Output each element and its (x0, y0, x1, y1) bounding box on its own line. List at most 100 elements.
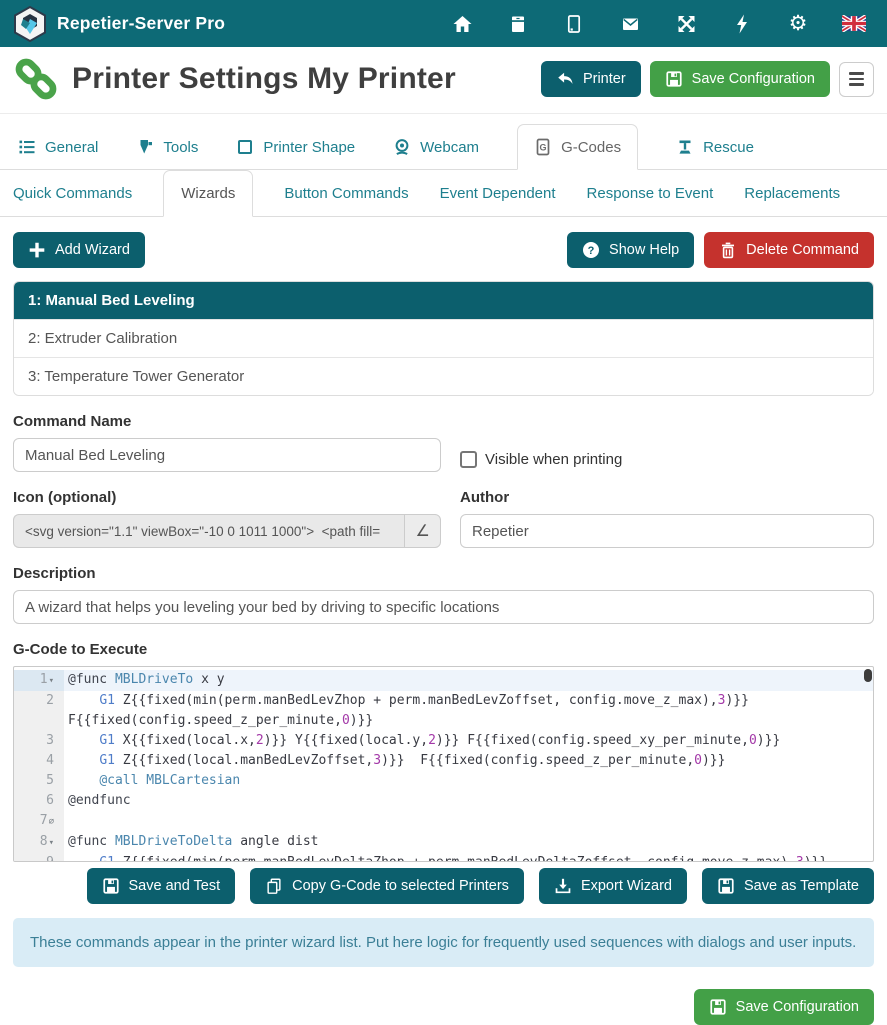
show-help-label: Show Help (609, 242, 679, 258)
tablet-icon[interactable] (562, 13, 586, 35)
trash-icon (719, 241, 737, 259)
list-item-extruder-calibration[interactable]: 2: Extruder Calibration (14, 319, 873, 357)
subtab-wizards[interactable]: Wizards (163, 170, 253, 217)
export-wizard-button[interactable]: Export Wizard (539, 868, 687, 904)
svg-text:?: ? (588, 245, 595, 257)
list-icon (18, 138, 36, 156)
tab-printer-shape[interactable]: Printer Shape (236, 125, 355, 169)
editor-line-6[interactable]: 6@endfunc (14, 791, 873, 811)
chain-link-icon (13, 56, 59, 102)
printer-button[interactable]: Printer (541, 61, 641, 97)
save-icon (102, 877, 120, 895)
command-name-input[interactable] (13, 438, 441, 472)
gcode-subtabs: Quick Commands Wizards Button Commands E… (0, 170, 887, 217)
author-input[interactable] (460, 514, 874, 548)
page-title: Printer Settings My Printer (72, 62, 456, 96)
save-configuration-label: Save Configuration (692, 71, 815, 87)
edit-icon-button[interactable]: ∠ (404, 514, 441, 548)
subtab-response-to-event[interactable]: Response to Event (587, 171, 714, 216)
author-label: Author (460, 489, 874, 506)
description-label: Description (13, 565, 874, 582)
editor-line-1[interactable]: 1▾@func MBLDriveTo x y (14, 670, 873, 691)
add-wizard-button[interactable]: Add Wizard (13, 232, 145, 268)
back-arrow-icon (556, 70, 574, 88)
list-item-temperature-tower[interactable]: 3: Temperature Tower Generator (14, 357, 873, 395)
editor-line-4[interactable]: 4 G1 Z{{fixed(local.manBedLevZoffset,3)}… (14, 751, 873, 771)
page-header: Printer Settings My Printer Printer Save… (0, 47, 887, 114)
tab-webcam-label: Webcam (420, 139, 479, 156)
editor-gutter-2: 2 (14, 691, 64, 731)
editor-scrollbar-thumb[interactable] (864, 669, 872, 682)
editor-gutter-1[interactable]: 1▾ (14, 670, 64, 691)
tab-tools[interactable]: Tools (136, 125, 198, 169)
editor-gutter-3: 3 (14, 731, 64, 751)
delete-command-label: Delete Command (746, 242, 859, 258)
editor-code-5: @call MBLCartesian (64, 771, 873, 791)
messages-icon[interactable] (618, 13, 642, 35)
subtab-button-commands[interactable]: Button Commands (284, 171, 408, 216)
editor-code-2: G1 Z{{fixed(min(perm.manBedLevZhop + per… (64, 691, 873, 731)
printer-icon[interactable] (506, 13, 530, 35)
language-flag-en-icon[interactable] (842, 13, 866, 35)
settings-tabs: General Tools Printer Shape Webcam G G-C… (0, 114, 887, 170)
delete-command-button[interactable]: Delete Command (704, 232, 874, 268)
copy-icon (265, 877, 283, 895)
icon-optional-label: Icon (optional) (13, 489, 441, 506)
editor-line-9[interactable]: 9 G1 Z{{fixed(min(perm.manBedLevDeltaZho… (14, 853, 873, 862)
repetier-logo (13, 6, 47, 42)
subtab-event-dependent[interactable]: Event Dependent (440, 171, 556, 216)
editor-gutter-9: 9 (14, 853, 64, 862)
settings-icon[interactable]: ⚙ (786, 13, 810, 35)
editor-gutter-8[interactable]: 8▾ (14, 832, 64, 853)
save-as-template-button[interactable]: Save as Template (702, 868, 874, 904)
description-input[interactable] (13, 590, 874, 624)
svg-text:G: G (540, 143, 547, 153)
icon-svg-input[interactable] (13, 514, 404, 548)
tab-webcam[interactable]: Webcam (393, 125, 479, 169)
edit-icon: ∠ (416, 521, 430, 541)
save-configuration-button[interactable]: Save Configuration (650, 61, 830, 97)
visible-when-printing-checkbox[interactable] (460, 451, 477, 468)
gcode-editor-lines: 1▾@func MBLDriveTo x y2 G1 Z{{fixed(min(… (14, 667, 873, 862)
tab-g-codes-label: G-Codes (561, 139, 621, 156)
webcam-icon (393, 138, 411, 156)
save-icon (665, 70, 683, 88)
menu-button[interactable] (839, 62, 874, 97)
question-icon: ? (582, 241, 600, 259)
editor-line-3[interactable]: 3 G1 X{{fixed(local.x,2)}} Y{{fixed(loca… (14, 731, 873, 751)
save-configuration-bottom-label: Save Configuration (736, 999, 859, 1015)
tab-general[interactable]: General (18, 125, 98, 169)
gcode-editor[interactable]: 1▾@func MBLDriveTo x y2 G1 Z{{fixed(min(… (13, 666, 874, 862)
plus-icon (28, 241, 46, 259)
editor-line-7[interactable]: 7∅ (14, 811, 873, 832)
save-and-test-button[interactable]: Save and Test (87, 868, 236, 904)
copy-gcode-button[interactable]: Copy G-Code to selected Printers (250, 868, 524, 904)
editor-actions: Save and Test Copy G-Code to selected Pr… (13, 868, 874, 904)
editor-code-4: G1 Z{{fixed(local.manBedLevZoffset,3)}} … (64, 751, 873, 771)
editor-code-7 (64, 811, 873, 832)
editor-line-2[interactable]: 2 G1 Z{{fixed(min(perm.manBedLevZhop + p… (14, 691, 873, 731)
editor-gutter-6: 6 (14, 791, 64, 811)
download-icon (554, 877, 572, 895)
home-icon[interactable] (450, 13, 474, 35)
printer-button-label: Printer (583, 71, 626, 87)
fullscreen-icon[interactable] (674, 13, 698, 35)
tab-g-codes[interactable]: G G-Codes (517, 124, 638, 170)
tab-rescue[interactable]: Rescue (676, 125, 754, 169)
power-icon[interactable] (730, 13, 754, 35)
wizard-toolbar: Add Wizard ? Show Help Delete Command (13, 232, 874, 268)
command-name-label: Command Name (13, 413, 874, 430)
gcode-to-execute-label: G-Code to Execute (13, 641, 874, 658)
visible-when-printing-label: Visible when printing (485, 451, 622, 468)
wizard-list: 1: Manual Bed Leveling 2: Extruder Calib… (13, 281, 874, 396)
square-icon (236, 138, 254, 156)
editor-code-1: @func MBLDriveTo x y (64, 670, 873, 691)
subtab-quick-commands[interactable]: Quick Commands (13, 171, 132, 216)
save-configuration-button-bottom[interactable]: Save Configuration (694, 989, 874, 1025)
show-help-button[interactable]: ? Show Help (567, 232, 694, 268)
editor-line-5[interactable]: 5 @call MBLCartesian (14, 771, 873, 791)
add-wizard-label: Add Wizard (55, 242, 130, 258)
list-item-manual-bed-leveling[interactable]: 1: Manual Bed Leveling (14, 282, 873, 319)
subtab-replacements[interactable]: Replacements (744, 171, 840, 216)
editor-line-8[interactable]: 8▾@func MBLDriveToDelta angle dist (14, 832, 873, 853)
